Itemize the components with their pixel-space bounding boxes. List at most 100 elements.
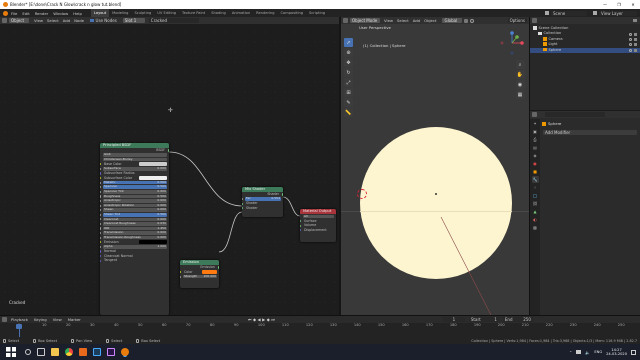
close-button[interactable]: ✕ xyxy=(626,2,640,7)
file-explorer-icon[interactable] xyxy=(51,348,59,356)
mix-shader-socket-1[interactable] xyxy=(242,202,244,205)
outliner[interactable]: Scene Collection Collection Camera Light Sph… xyxy=(530,17,640,110)
emission-strength-socket[interactable] xyxy=(180,275,182,278)
socket-ior[interactable] xyxy=(100,227,102,230)
physics-tab-icon[interactable]: ◯ xyxy=(532,192,539,199)
render-tab-icon[interactable]: ▣ xyxy=(532,128,539,135)
tab-texture-paint[interactable]: Texture Paint xyxy=(179,9,208,17)
visibility-eye-icon[interactable] xyxy=(629,32,632,36)
timeline-type-icon[interactable] xyxy=(2,317,7,322)
tab-uv-editing[interactable]: UV Editing xyxy=(154,9,179,17)
3d-cursor-icon[interactable] xyxy=(357,189,367,199)
menu-edit[interactable]: Edit xyxy=(22,11,29,16)
socket-subsurface-radius[interactable] xyxy=(100,172,102,175)
menu-help[interactable]: Help xyxy=(73,11,82,16)
maximize-button[interactable]: ❐ xyxy=(612,2,626,7)
world-tab-icon[interactable]: ● xyxy=(532,160,539,167)
socket-sheen-tint[interactable] xyxy=(100,213,102,216)
socket-normal[interactable] xyxy=(100,250,102,253)
current-frame-field[interactable]: 1 xyxy=(442,317,465,322)
principled-bsdf-node[interactable]: Principled BSDF BSDF GGX Christensen-Bur… xyxy=(100,143,169,315)
socket-subsurface-color[interactable] xyxy=(100,176,102,180)
emission-output-socket[interactable] xyxy=(217,266,219,269)
photoshop-icon[interactable] xyxy=(93,348,101,356)
displacement-socket[interactable] xyxy=(300,229,302,232)
add-modifier-dropdown[interactable]: Add Modifier xyxy=(543,130,637,135)
play-reverse-icon[interactable]: ◀ xyxy=(258,317,261,322)
node-editor[interactable]: Object View Select Add Node Use Nodes Slot … xyxy=(0,17,339,315)
play-icon[interactable]: ▶ xyxy=(262,317,265,322)
tab-compositing[interactable]: Compositing xyxy=(278,9,307,17)
timeline-menu-keying[interactable]: Keying xyxy=(34,317,47,322)
emission-node[interactable]: Emission Emission Color Strength 200.000 xyxy=(180,260,219,288)
clock[interactable]: 14:27 24-03-2020 xyxy=(606,348,627,357)
tab-scripting[interactable]: Scripting xyxy=(306,9,328,17)
emission-color-socket[interactable] xyxy=(180,270,182,274)
mix-shader-node[interactable]: Mix Shader Shader Fac 0.554 Shader Shade… xyxy=(242,187,283,217)
filter-icon[interactable] xyxy=(633,19,637,22)
task-view-icon[interactable] xyxy=(37,348,45,356)
jump-start-icon[interactable]: ⏮ xyxy=(248,317,252,322)
tab-layout[interactable]: Layout xyxy=(90,9,110,17)
view-layer-tab-icon[interactable]: ▤ xyxy=(532,144,539,151)
menu-file[interactable]: File xyxy=(11,11,17,16)
socket-tangent[interactable] xyxy=(100,259,102,262)
properties-editor[interactable]: ✦ ▣ ⎙ ▤ ◈ ● ■ 🔧 ⁘ ◯ ⛓ ▲ ◐ ▩ Sphere Add M… xyxy=(530,111,640,315)
scene-selector[interactable]: Scene xyxy=(551,10,587,16)
scene-tab-icon[interactable]: ◈ xyxy=(532,152,539,159)
timeline-menu-marker[interactable]: Marker xyxy=(68,317,81,322)
socket-clearcoat[interactable] xyxy=(100,218,102,221)
windows-start-icon[interactable] xyxy=(6,347,16,357)
tab-shading[interactable]: Shading xyxy=(208,9,229,17)
menu-window[interactable]: Window xyxy=(53,11,68,16)
mix-output-socket[interactable] xyxy=(281,193,283,196)
socket-clearcoat-normal[interactable] xyxy=(100,255,102,258)
socket-clearcoat-roughness[interactable] xyxy=(100,222,102,226)
properties-search[interactable] xyxy=(545,112,605,117)
socket-emission[interactable] xyxy=(100,241,102,244)
socket-metallic[interactable] xyxy=(100,181,102,184)
language-indicator[interactable]: ENG xyxy=(594,350,602,354)
notifications-icon[interactable] xyxy=(631,349,636,355)
socket-roughness[interactable] xyxy=(100,195,102,198)
3d-viewport[interactable]: Object Mode View Select Add Object Global O… xyxy=(341,17,529,315)
timeline-menu-view[interactable]: View xyxy=(53,317,62,322)
tab-sculpting[interactable]: Sculpting xyxy=(131,9,154,17)
properties-type-icon[interactable] xyxy=(532,112,537,117)
tab-animation[interactable]: Animation xyxy=(229,9,253,17)
mix-shader-socket-2[interactable] xyxy=(242,207,244,210)
tray-arrow-icon[interactable]: ⌃ xyxy=(569,350,572,355)
search-icon[interactable] xyxy=(25,349,31,355)
socket-sheen[interactable] xyxy=(100,209,102,212)
socket-anisotropic-rotation[interactable] xyxy=(100,204,102,207)
socket-anisotropic[interactable] xyxy=(100,199,102,203)
next-keyframe-icon[interactable]: ◆ xyxy=(267,317,270,322)
mix-fac-socket[interactable] xyxy=(242,197,244,201)
timeline-menu-playback[interactable]: Playback xyxy=(11,317,28,322)
socket-specular-tint[interactable] xyxy=(100,190,102,193)
media-player-icon[interactable] xyxy=(79,348,87,356)
bsdf-output-socket[interactable] xyxy=(167,149,169,152)
tab-modeling[interactable]: Modeling xyxy=(109,9,131,17)
render-camera-icon[interactable] xyxy=(634,37,637,41)
visibility-eye-icon[interactable] xyxy=(629,43,632,47)
socket-transmission[interactable] xyxy=(100,232,102,235)
emission-strength-field[interactable]: Strength 200.000 xyxy=(183,274,217,279)
outliner-item-sphere[interactable]: Sphere xyxy=(530,47,640,53)
texture-tab-icon[interactable]: ▩ xyxy=(532,224,539,231)
end-frame-field[interactable]: End 250 xyxy=(502,317,533,322)
outliner-type-icon[interactable] xyxy=(532,18,537,23)
socket-transmission-roughness[interactable] xyxy=(100,236,102,239)
visibility-eye-icon[interactable] xyxy=(629,48,632,52)
render-camera-icon[interactable] xyxy=(634,32,637,36)
timeline[interactable]: Playback Keying View Marker ⏮ ◆ ◀ ▶ ◆ ⏭ 1 S… xyxy=(0,315,640,337)
prev-keyframe-icon[interactable]: ◆ xyxy=(253,317,256,322)
material-tab-icon[interactable]: ◐ xyxy=(532,216,539,223)
surface-socket[interactable] xyxy=(300,219,302,223)
modifier-tab-icon[interactable]: 🔧 xyxy=(531,176,539,183)
object-tab-icon[interactable]: ■ xyxy=(532,168,539,175)
output-tab-icon[interactable]: ⎙ xyxy=(532,136,539,143)
tool-tab-icon[interactable]: ✦ xyxy=(532,120,539,127)
data-tab-icon[interactable]: ▲ xyxy=(532,208,539,215)
volume-socket[interactable] xyxy=(300,224,302,227)
